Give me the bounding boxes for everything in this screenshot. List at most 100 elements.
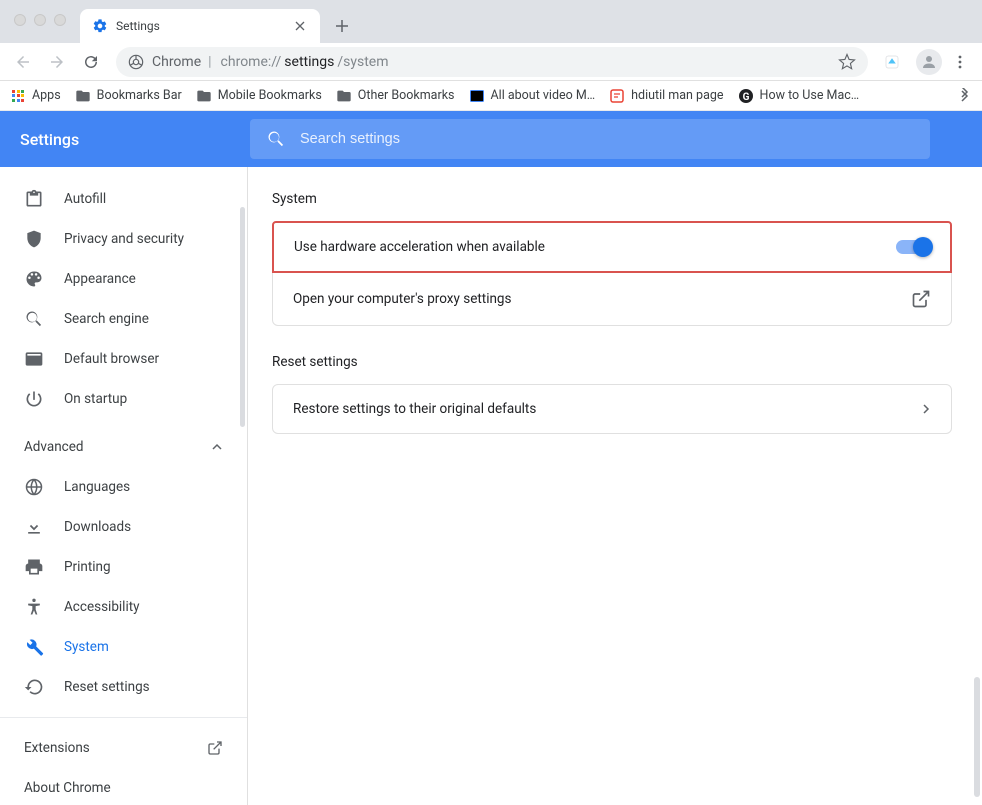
globe-icon [24, 477, 44, 497]
minimize-window-button[interactable] [34, 14, 46, 26]
folder-icon [196, 88, 212, 104]
external-link-icon [911, 289, 931, 309]
bookmark-folder[interactable]: Bookmarks Bar [75, 88, 182, 104]
chevron-right-icon [921, 404, 931, 414]
page-icon [609, 88, 625, 104]
page-title: Settings [20, 130, 250, 149]
search-settings-input[interactable] [300, 131, 914, 147]
address-bar[interactable]: Chrome | chrome://settings/system [116, 47, 868, 77]
sidebar-label: Appearance [64, 271, 136, 287]
bookmark-label: hdiutil man page [631, 88, 723, 103]
chrome-icon [128, 54, 144, 70]
sidebar-item-on-startup[interactable]: On startup [0, 379, 247, 419]
new-tab-button[interactable] [328, 12, 356, 40]
sidebar-item-system[interactable]: System [0, 627, 247, 667]
back-button[interactable] [8, 47, 38, 77]
sidebar-label: Reset settings [64, 679, 150, 695]
apps-icon [10, 88, 26, 104]
forward-button[interactable] [42, 47, 72, 77]
row-label: Open your computer's proxy settings [293, 291, 511, 307]
bookmark-star-button[interactable] [838, 53, 856, 71]
browser-tab-settings[interactable]: Settings [80, 9, 320, 43]
browser-menu-button[interactable] [946, 48, 974, 76]
printer-icon [24, 557, 44, 577]
settings-header: Settings [0, 111, 982, 167]
sidebar-label: Privacy and security [64, 231, 184, 247]
reload-button[interactable] [76, 47, 106, 77]
bookmark-link[interactable]: G How to Use Mac… [738, 88, 860, 104]
gear-icon [92, 18, 108, 34]
chevron-up-icon [211, 441, 223, 453]
sidebar-item-languages[interactable]: Languages [0, 467, 247, 507]
divider [0, 717, 247, 718]
bookmark-folder[interactable]: Mobile Bookmarks [196, 88, 322, 104]
sidebar-item-extensions[interactable]: Extensions [0, 728, 247, 768]
sidebar-item-accessibility[interactable]: Accessibility [0, 587, 247, 627]
svg-text:G: G [742, 92, 749, 103]
system-card: Use hardware acceleration when available… [272, 221, 952, 326]
bookmark-folder[interactable]: Other Bookmarks [336, 88, 455, 104]
tab-title: Settings [116, 19, 284, 33]
row-proxy-settings[interactable]: Open your computer's proxy settings [273, 273, 951, 325]
browser-icon [24, 349, 44, 369]
power-icon [24, 389, 44, 409]
window-controls [14, 14, 66, 26]
bookmark-link[interactable]: hdiutil man page [609, 88, 723, 104]
window-tab-strip: Settings [0, 0, 982, 43]
row-hardware-acceleration[interactable]: Use hardware acceleration when available [272, 221, 952, 273]
sidebar-item-reset-settings[interactable]: Reset settings [0, 667, 247, 707]
bookmark-label: How to Use Mac… [760, 88, 860, 103]
settings-sidebar: Autofill Privacy and security Appearance… [0, 167, 248, 805]
bookmark-label: Bookmarks Bar [97, 88, 182, 103]
sidebar-label: Languages [64, 479, 130, 495]
wrench-icon [24, 637, 44, 657]
sidebar-label: Downloads [64, 519, 131, 535]
apps-label: Apps [32, 88, 61, 103]
extensions-label: Extensions [24, 740, 90, 756]
zoom-window-button[interactable] [54, 14, 66, 26]
sidebar-label: Autofill [64, 191, 106, 207]
sidebar-item-autofill[interactable]: Autofill [0, 179, 247, 219]
content-scrollbar-thumb[interactable] [974, 677, 980, 797]
toggle-hardware-acceleration[interactable] [896, 240, 930, 254]
url-text: Chrome | chrome://settings/system [152, 54, 830, 70]
close-window-button[interactable] [14, 14, 26, 26]
download-icon [24, 517, 44, 537]
bookmarks-overflow-button[interactable] [956, 88, 972, 104]
sidebar-label: Accessibility [64, 599, 140, 615]
bookmark-link[interactable]: All about video M… [469, 88, 596, 104]
clipboard-icon [24, 189, 44, 209]
settings-content: System Use hardware acceleration when av… [248, 167, 982, 805]
page-icon: G [738, 88, 754, 104]
close-tab-button[interactable] [292, 18, 308, 34]
sidebar-scrollbar-thumb[interactable] [240, 207, 245, 427]
sidebar-item-default-browser[interactable]: Default browser [0, 339, 247, 379]
sidebar-item-privacy[interactable]: Privacy and security [0, 219, 247, 259]
apps-shortcut[interactable]: Apps [10, 88, 61, 104]
bookmarks-bar: Apps Bookmarks Bar Mobile Bookmarks Othe… [0, 81, 982, 111]
sidebar-item-appearance[interactable]: Appearance [0, 259, 247, 299]
external-link-icon [207, 740, 223, 756]
browser-toolbar: Chrome | chrome://settings/system [0, 43, 982, 81]
search-icon [24, 309, 44, 329]
profile-avatar-button[interactable] [916, 49, 942, 75]
reset-card: Restore settings to their original defau… [272, 384, 952, 434]
sidebar-label: Printing [64, 559, 111, 575]
advanced-label: Advanced [24, 439, 84, 455]
sidebar-item-printing[interactable]: Printing [0, 547, 247, 587]
bookmark-label: Mobile Bookmarks [218, 88, 322, 103]
sidebar-item-about[interactable]: About Chrome [0, 768, 247, 805]
folder-icon [75, 88, 91, 104]
extension-icon[interactable] [878, 48, 906, 76]
row-label: Use hardware acceleration when available [294, 239, 545, 255]
search-settings-box[interactable] [250, 119, 930, 159]
accessibility-icon [24, 597, 44, 617]
page-icon [469, 88, 485, 104]
section-title-reset: Reset settings [272, 354, 952, 370]
sidebar-advanced-toggle[interactable]: Advanced [0, 427, 247, 467]
sidebar-item-search-engine[interactable]: Search engine [0, 299, 247, 339]
sidebar-label: Search engine [64, 311, 149, 327]
row-restore-defaults[interactable]: Restore settings to their original defau… [273, 385, 951, 433]
sidebar-label: Default browser [64, 351, 159, 367]
sidebar-item-downloads[interactable]: Downloads [0, 507, 247, 547]
